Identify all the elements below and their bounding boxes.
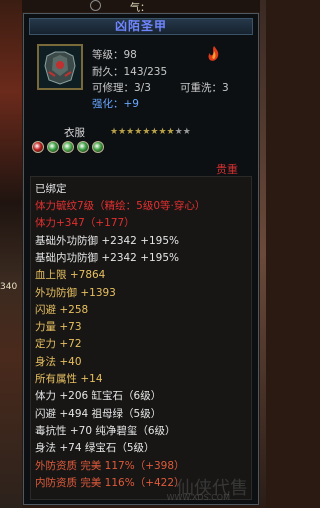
- item-enhance: 强化：+9: [92, 98, 139, 110]
- stat-line: 闪避 +258: [35, 303, 89, 316]
- star-icon: ★: [150, 127, 159, 137]
- stat-line: 体力 +206 缸宝石（6级）: [35, 390, 162, 403]
- stat-line: 基础外功防御 +2342 +195%: [35, 234, 180, 247]
- star-icon: ★: [158, 127, 167, 137]
- star-icon: ★: [110, 127, 119, 137]
- stat-line: 内防资质 完美 116%（+422）: [35, 476, 185, 489]
- top-hud-strip: 气：: [0, 0, 266, 14]
- armor-icon: [37, 44, 83, 90]
- star-icon: ★: [166, 127, 175, 137]
- gem-sockets: [32, 141, 107, 156]
- stat-line: 体力毓纹7级（精绘：5级0等·穿心）: [35, 200, 206, 212]
- star-icon: ★: [134, 127, 143, 137]
- item-name: 凶陌圣甲: [114, 19, 167, 33]
- stat-line: 所有属性 +14: [35, 373, 103, 385]
- gem-socket-icon: [77, 141, 89, 153]
- item-durability: 耐久：143/235: [92, 66, 168, 78]
- stat-line: 身法 +40: [35, 355, 82, 368]
- stat-line: 定力 +72: [35, 338, 82, 351]
- stat-line: 毒抗性 +70 纯净碧玺（6级）: [35, 424, 176, 437]
- star-icon: ★: [118, 127, 127, 137]
- stat-line: 体力+347（+177）: [35, 217, 135, 230]
- flame-icon: [204, 44, 224, 64]
- gem-socket-icon: [62, 141, 74, 153]
- left-background: 340: [0, 0, 22, 508]
- item-type: 衣服: [64, 127, 85, 139]
- stats-panel: 已绑定 体力毓纹7级（精绘：5级0等·穿心） 体力+347（+177） 基础外功防御…: [30, 176, 252, 500]
- gem-socket-icon: [47, 141, 59, 153]
- stat-line: 血上限 +7864: [35, 269, 106, 282]
- side-number: 340: [0, 282, 18, 292]
- binding-tag: 贵重: [216, 163, 238, 176]
- bound-status: 已绑定: [35, 183, 67, 195]
- item-title-bar: 凶陌圣甲: [29, 18, 253, 35]
- star-rating: ★★★★★★★★★★: [110, 125, 191, 137]
- star-icon: ★: [182, 127, 191, 137]
- item-tooltip: 凶陌圣甲 等级：98 耐久：143/235 可修理：3/3 可重洗：3 强化：+…: [23, 13, 259, 505]
- gem-socket-icon: [32, 141, 44, 153]
- star-icon: ★: [174, 127, 183, 137]
- gem-socket-icon: [92, 141, 104, 153]
- item-level: 等级：98: [92, 49, 137, 61]
- item-repair-count: 可修理：3/3: [92, 82, 151, 94]
- item-rewash-count: 可重洗：3: [180, 82, 229, 94]
- gear-icon[interactable]: [90, 0, 101, 11]
- stat-line: 外防资质 完美 117%（+398）: [35, 459, 185, 472]
- watermark-url: WWW.XDS.COM: [166, 493, 230, 502]
- star-icon: ★: [142, 127, 151, 137]
- stat-line: 基础内功防御 +2342 +195%: [35, 251, 180, 264]
- stat-line: 力量 +73: [35, 321, 82, 334]
- stat-line: 身法 +74 绿宝石（5级）: [35, 442, 155, 455]
- stat-line: 外功防御 +1393: [35, 286, 116, 299]
- star-icon: ★: [126, 127, 135, 137]
- stat-line: 闪避 +494 祖母绿（5级）: [35, 407, 162, 420]
- qi-label: 气：: [130, 3, 150, 14]
- right-background: [260, 0, 266, 508]
